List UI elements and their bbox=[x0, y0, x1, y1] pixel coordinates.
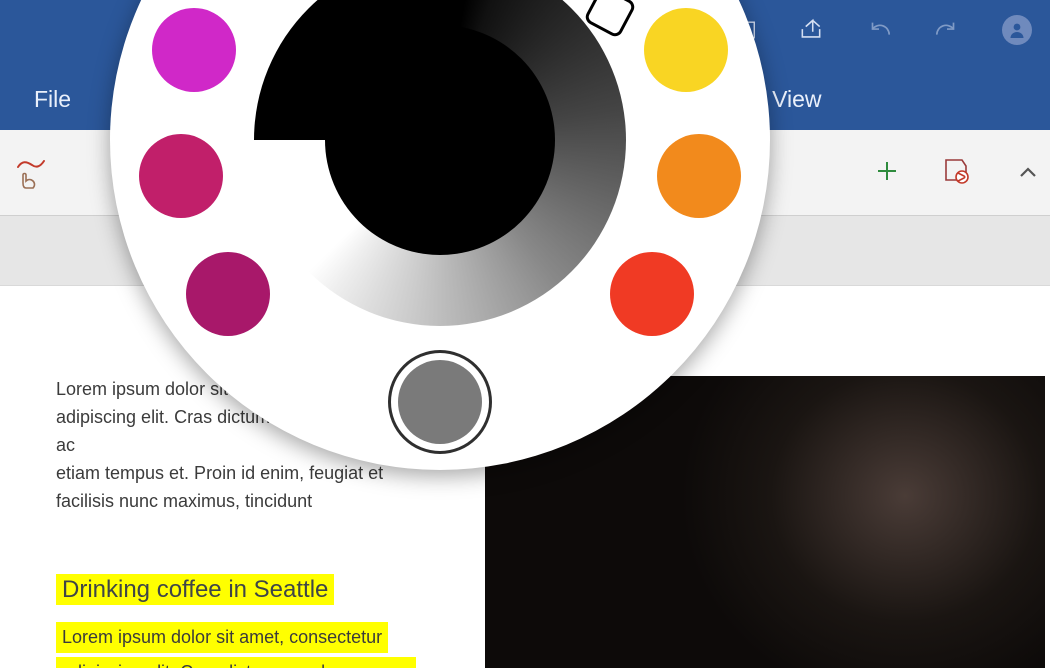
undo-icon[interactable] bbox=[866, 17, 892, 43]
share-icon[interactable] bbox=[798, 17, 824, 43]
app-window: Seattle's Coffee Culture - Saved bbox=[0, 0, 1050, 668]
swatch-magenta[interactable] bbox=[152, 8, 236, 92]
tab-file[interactable]: File bbox=[12, 68, 93, 130]
swatch-red-violet[interactable] bbox=[186, 252, 270, 336]
ink-replay-icon[interactable] bbox=[940, 154, 974, 193]
para2-line: Lorem ipsum dolor sit amet, consectetur bbox=[56, 622, 388, 653]
tab-view[interactable]: View bbox=[750, 68, 843, 130]
paragraph-block-1: Lorem ipsum dolor sit amet, consectetur … bbox=[56, 376, 386, 515]
redo-icon[interactable] bbox=[934, 17, 960, 43]
tab-insert[interactable]: Insert bbox=[238, 68, 340, 130]
heading-text: Drinking coffee in Seattle bbox=[56, 574, 334, 605]
tab-draw[interactable]: Draw bbox=[360, 72, 458, 130]
highlighted-heading: Drinking coffee in Seattle bbox=[56, 576, 334, 604]
para1-line: Lorem ipsum dolor sit amet, consectetur bbox=[56, 376, 386, 404]
ribbon-right-group bbox=[876, 130, 1040, 216]
tab-layout[interactable]: Layout bbox=[478, 68, 591, 130]
swatch-red[interactable] bbox=[610, 252, 694, 336]
para2-line: adipiscing elit. Cras dictum arcu lorem,… bbox=[56, 657, 416, 668]
highlighted-paragraph: Lorem ipsum dolor sit amet, consectetur … bbox=[56, 622, 416, 668]
swatch-gray[interactable] bbox=[398, 360, 482, 444]
inline-image[interactable] bbox=[485, 376, 1045, 668]
touch-draw-icon[interactable] bbox=[14, 153, 50, 194]
document-title: Seattle's Coffee Culture - Saved bbox=[220, 17, 547, 44]
ribbon-tabs: File Home Insert Draw Layout Review View bbox=[0, 68, 1050, 130]
swatch-rose[interactable] bbox=[139, 134, 223, 218]
document-page: Lorem ipsum dolor sit amet, consectetur … bbox=[0, 286, 1050, 668]
book-open-icon[interactable] bbox=[730, 17, 756, 43]
para1-line: etiam tempus et. Proin id enim, feugiat … bbox=[56, 460, 386, 488]
collapse-ribbon-icon[interactable] bbox=[1016, 161, 1040, 185]
add-pen-icon[interactable] bbox=[876, 160, 898, 187]
swatch-yellow[interactable] bbox=[644, 8, 728, 92]
account-icon[interactable] bbox=[1002, 15, 1032, 45]
document-canvas: Lorem ipsum dolor sit amet, consectetur … bbox=[0, 216, 1050, 668]
para1-line: facilisis nunc maximus, tincidunt bbox=[56, 488, 386, 516]
ribbon-left-group bbox=[14, 130, 50, 216]
para1-line: adipiscing elit. Cras dictum arcu lorem,… bbox=[56, 404, 386, 460]
